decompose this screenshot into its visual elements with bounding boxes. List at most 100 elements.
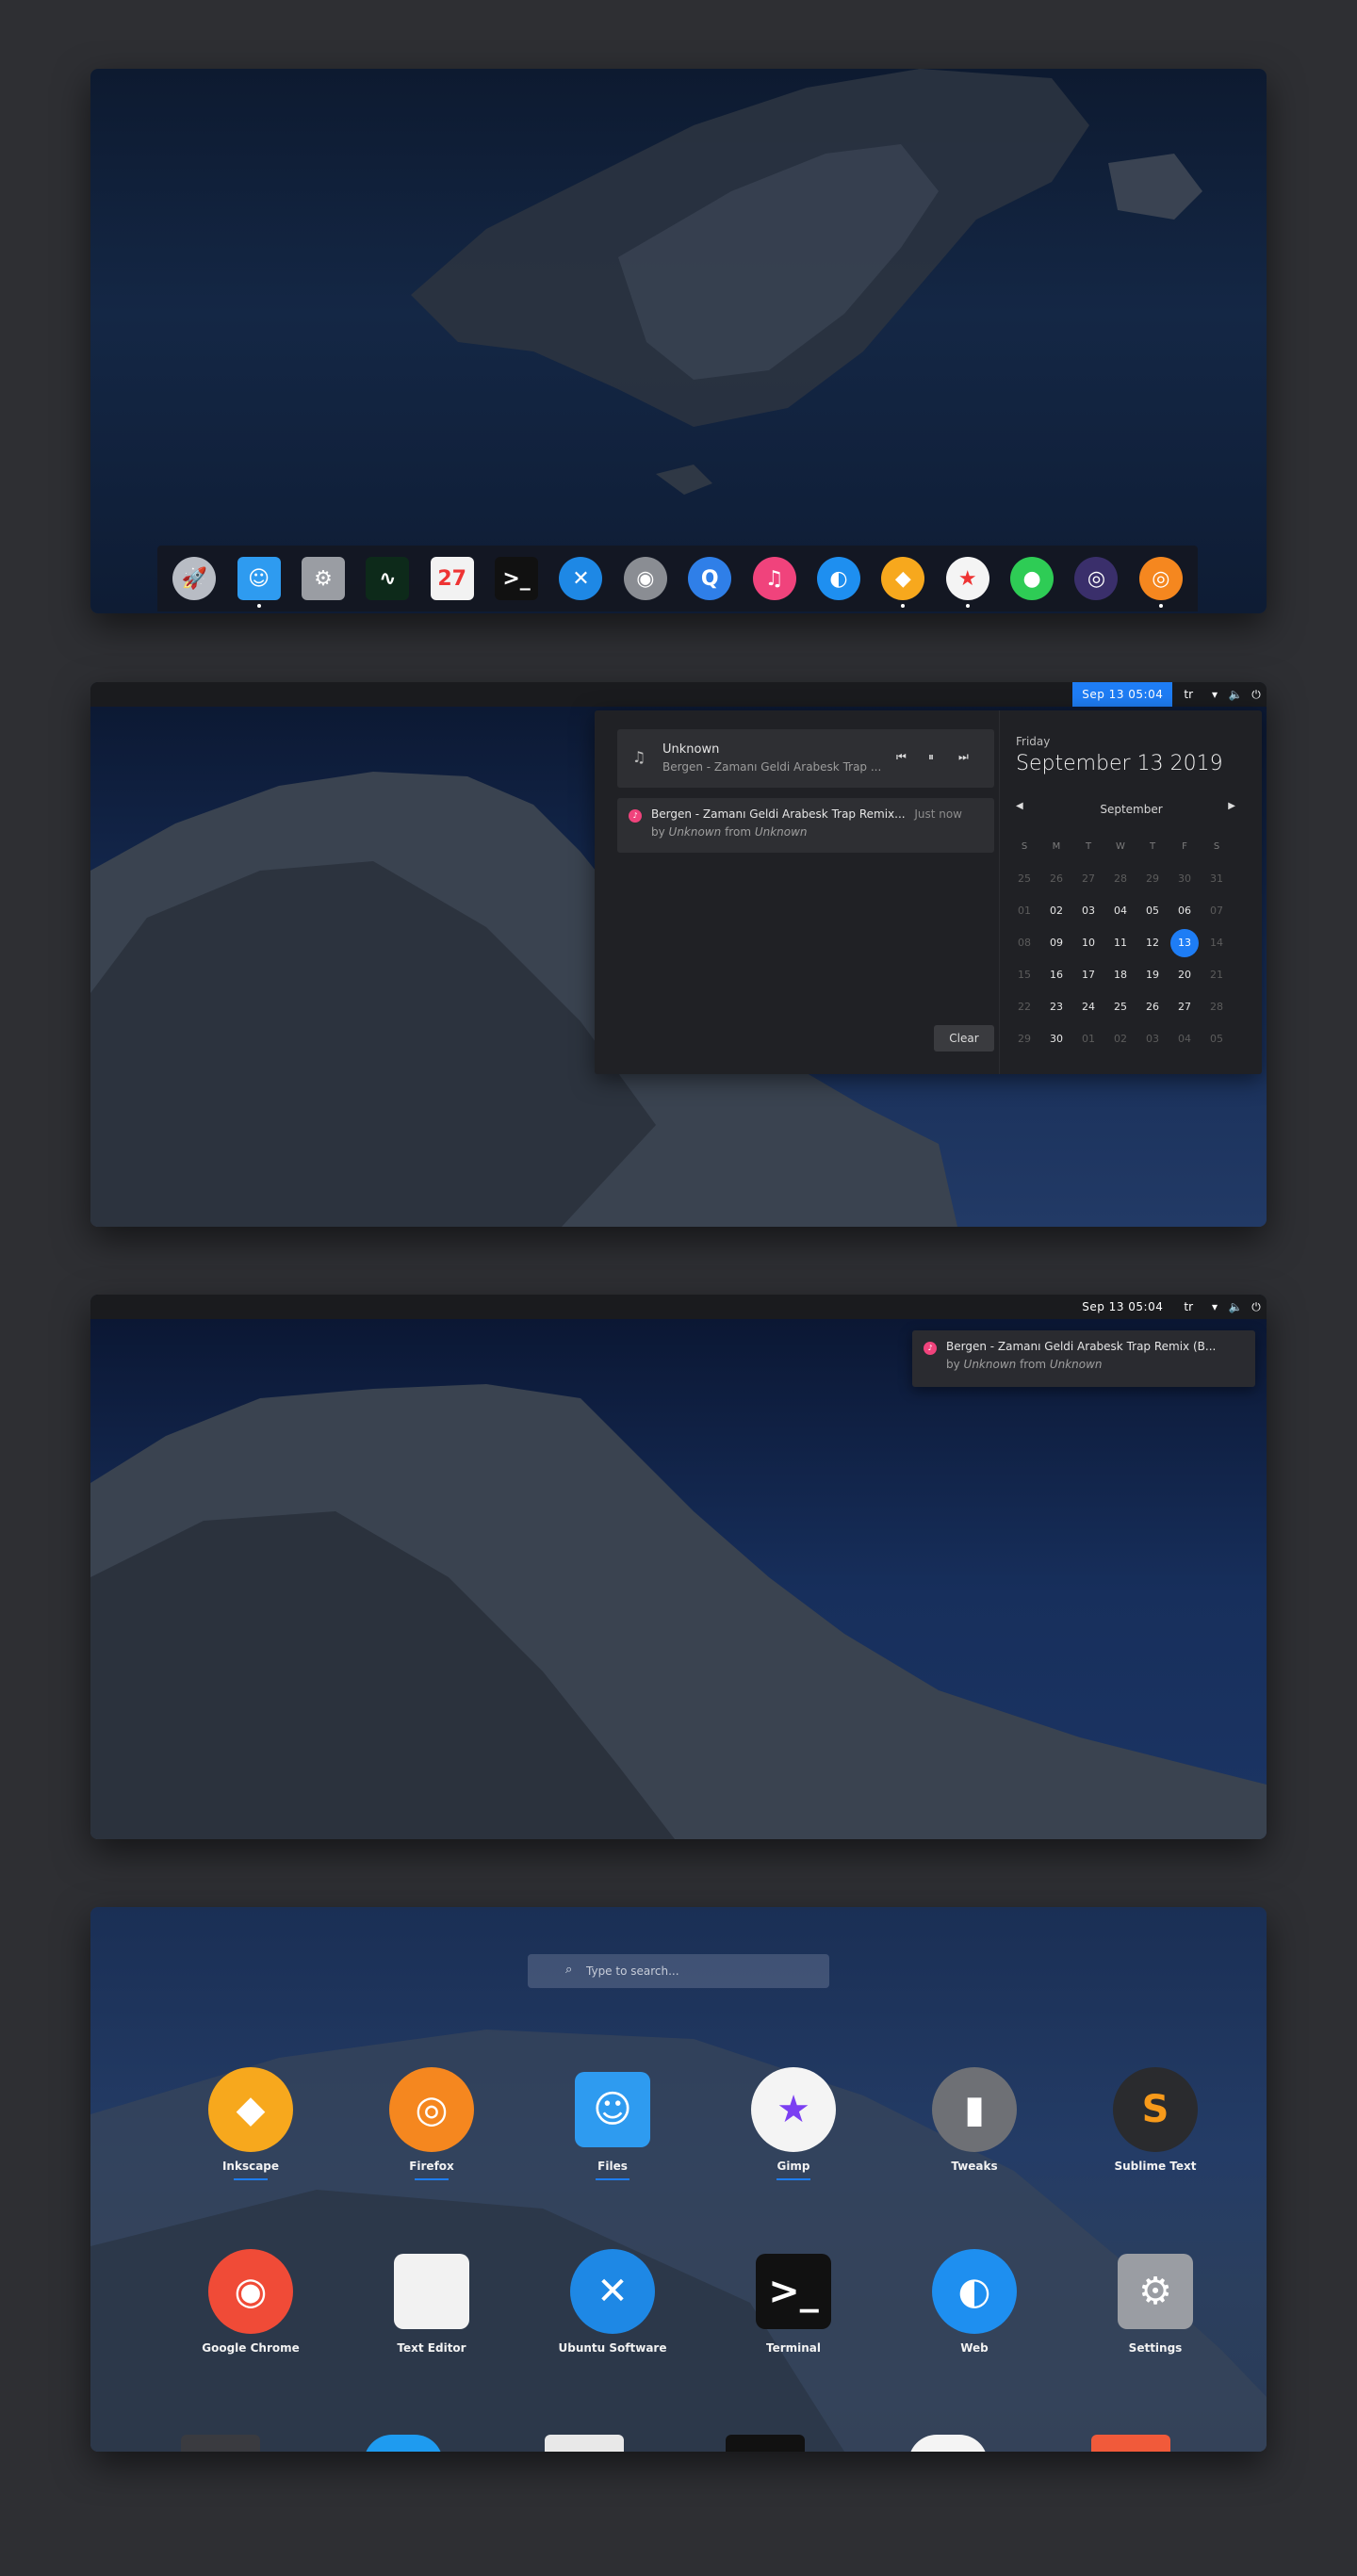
calendar-day[interactable]: 02 bbox=[1104, 1023, 1136, 1055]
dock-item[interactable]: ◆ bbox=[871, 546, 935, 611]
search-input[interactable] bbox=[586, 1954, 812, 1988]
tweaks-app[interactable]: ▮ Tweaks bbox=[890, 2067, 1059, 2180]
calendar-day[interactable]: 03 bbox=[1136, 1023, 1169, 1055]
calendar-day[interactable]: 01 bbox=[1072, 1023, 1104, 1055]
calendar-day[interactable]: 18 bbox=[1104, 959, 1136, 991]
dock-item[interactable]: ★ bbox=[936, 546, 1000, 611]
calendar-day[interactable]: 11 bbox=[1104, 927, 1136, 959]
notification-card[interactable]: ♪ Bergen - Zamanı Geldi Arabesk Trap Rem… bbox=[617, 798, 994, 853]
dock-item[interactable]: ◐ bbox=[807, 546, 871, 611]
calendar-day[interactable]: 10 bbox=[1072, 927, 1104, 959]
calendar-day[interactable]: 26 bbox=[1040, 863, 1072, 895]
keyboard-layout-indicator[interactable]: tr bbox=[1172, 1300, 1204, 1313]
calendar-day[interactable]: 09 bbox=[1040, 927, 1072, 959]
running-indicator bbox=[415, 2178, 449, 2180]
next-month-icon[interactable]: ▶ bbox=[1228, 801, 1235, 811]
calendar-day[interactable]: 04 bbox=[1169, 1023, 1201, 1055]
next-track-button[interactable]: ⏭ bbox=[958, 750, 969, 764]
calendar-day[interactable]: 02 bbox=[1040, 895, 1072, 927]
gimp-app[interactable]: ★ Gimp bbox=[709, 2067, 878, 2180]
dock-item[interactable]: 27 bbox=[420, 546, 484, 611]
clear-button[interactable]: Clear bbox=[934, 1025, 994, 1052]
previous-track-button[interactable]: ⏮ bbox=[896, 750, 907, 764]
calendar-day[interactable]: 05 bbox=[1136, 895, 1169, 927]
calendar-day[interactable]: 31 bbox=[1201, 863, 1233, 895]
sublime-text-app[interactable]: S Sublime Text bbox=[1071, 2067, 1240, 2180]
dock-item[interactable]: ● bbox=[1000, 546, 1064, 611]
clock[interactable]: Sep 13 05:04 bbox=[1072, 682, 1173, 707]
running-indicator bbox=[234, 2178, 268, 2180]
media-title: Unknown bbox=[662, 742, 720, 757]
pause-button[interactable]: ⏸ bbox=[928, 750, 934, 764]
calendar-day[interactable]: 26 bbox=[1136, 991, 1169, 1023]
app-peek bbox=[1091, 2435, 1170, 2452]
google-chrome-icon: ◉ bbox=[208, 2249, 293, 2334]
calendar-day[interactable]: 20 bbox=[1169, 959, 1201, 991]
calendar-day[interactable]: 04 bbox=[1104, 895, 1136, 927]
notification-bubble[interactable]: ♪ Bergen - Zamanı Geldi Arabesk Trap Rem… bbox=[912, 1330, 1255, 1387]
dock-item[interactable]: ◎ bbox=[1064, 546, 1128, 611]
terminal-app[interactable]: >_ Terminal bbox=[709, 2249, 878, 2362]
calendar-day[interactable]: 01 bbox=[1008, 895, 1040, 927]
ubuntu-software-app[interactable]: ✕ Ubuntu Software bbox=[528, 2249, 697, 2362]
dock-item[interactable]: ◉ bbox=[613, 546, 678, 611]
app-label: Gimp bbox=[777, 2160, 810, 2173]
text-editor-app[interactable]: Text Editor bbox=[347, 2249, 516, 2362]
inkscape-app[interactable]: ◆ Inkscape bbox=[166, 2067, 335, 2180]
dock-item[interactable]: ✕ bbox=[548, 546, 613, 611]
ubuntu-software-icon: ✕ bbox=[570, 2249, 655, 2334]
power-icon[interactable]: ⏻ bbox=[1246, 1295, 1267, 1319]
dock-item[interactable]: ∿ bbox=[355, 546, 419, 611]
calendar-day[interactable]: 27 bbox=[1169, 991, 1201, 1023]
calendar-day[interactable]: 16 bbox=[1040, 959, 1072, 991]
calendar-day[interactable]: 08 bbox=[1008, 927, 1040, 959]
dock-item[interactable]: ♫ bbox=[742, 546, 806, 611]
dock-item[interactable]: 🚀 bbox=[162, 546, 226, 611]
calendar-day[interactable]: 12 bbox=[1136, 927, 1169, 959]
calendar-day[interactable]: 21 bbox=[1201, 959, 1233, 991]
calendar-day[interactable]: 17 bbox=[1072, 959, 1104, 991]
files-app[interactable]: ☺ Files bbox=[528, 2067, 697, 2180]
dock-item[interactable]: ⚙ bbox=[291, 546, 355, 611]
volume-icon[interactable]: 🔈 bbox=[1225, 682, 1246, 707]
wifi-icon[interactable]: ▾ bbox=[1204, 1295, 1225, 1319]
clock[interactable]: Sep 13 05:04 bbox=[1072, 1295, 1172, 1319]
sketch-icon: ◆ bbox=[881, 557, 925, 600]
calendar-day[interactable]: 28 bbox=[1104, 863, 1136, 895]
calendar-day-today[interactable]: 13 bbox=[1169, 927, 1201, 959]
calendar-day[interactable]: 29 bbox=[1008, 1023, 1040, 1055]
google-chrome-app[interactable]: ◉ Google Chrome bbox=[166, 2249, 335, 2362]
calendar-day[interactable]: 03 bbox=[1072, 895, 1104, 927]
calendar-day[interactable]: 24 bbox=[1072, 991, 1104, 1023]
firefox-app[interactable]: ◎ Firefox bbox=[347, 2067, 516, 2180]
volume-icon[interactable]: 🔈 bbox=[1225, 1295, 1246, 1319]
prev-month-icon[interactable]: ◀ bbox=[1016, 801, 1023, 811]
calendar-day[interactable]: 30 bbox=[1169, 863, 1201, 895]
dock-item[interactable]: ☺ bbox=[226, 546, 290, 611]
calendar-day[interactable]: 19 bbox=[1136, 959, 1169, 991]
wifi-icon[interactable]: ▾ bbox=[1204, 682, 1225, 707]
system-monitor-icon: ∿ bbox=[366, 557, 410, 600]
calendar-day[interactable]: 30 bbox=[1040, 1023, 1072, 1055]
calendar-day[interactable]: 25 bbox=[1008, 863, 1040, 895]
calendar-day[interactable]: 29 bbox=[1136, 863, 1169, 895]
album-text: Unknown bbox=[1049, 1358, 1103, 1371]
calendar-day[interactable]: 23 bbox=[1040, 991, 1072, 1023]
dock-item[interactable]: ◎ bbox=[1129, 546, 1193, 611]
calendar-day[interactable]: 15 bbox=[1008, 959, 1040, 991]
notification-panel: ♫ Unknown Bergen - Zamanı Geldi Arabesk … bbox=[595, 710, 1262, 1074]
calendar-day[interactable]: 06 bbox=[1169, 895, 1201, 927]
calendar-day[interactable]: 14 bbox=[1201, 927, 1233, 959]
settings-app[interactable]: ⚙ Settings bbox=[1071, 2249, 1240, 2362]
calendar-day[interactable]: 22 bbox=[1008, 991, 1040, 1023]
power-icon[interactable]: ⏻ bbox=[1246, 682, 1267, 707]
calendar-day[interactable]: 07 bbox=[1201, 895, 1233, 927]
dock-item[interactable]: >_ bbox=[484, 546, 548, 611]
calendar-day[interactable]: 27 bbox=[1072, 863, 1104, 895]
calendar-day[interactable]: 25 bbox=[1104, 991, 1136, 1023]
calendar-day[interactable]: 05 bbox=[1201, 1023, 1233, 1055]
calendar-day[interactable]: 28 bbox=[1201, 991, 1233, 1023]
web-app[interactable]: ◐ Web bbox=[890, 2249, 1059, 2362]
keyboard-layout-indicator[interactable]: tr bbox=[1172, 688, 1204, 701]
dock-item[interactable]: Q bbox=[678, 546, 742, 611]
